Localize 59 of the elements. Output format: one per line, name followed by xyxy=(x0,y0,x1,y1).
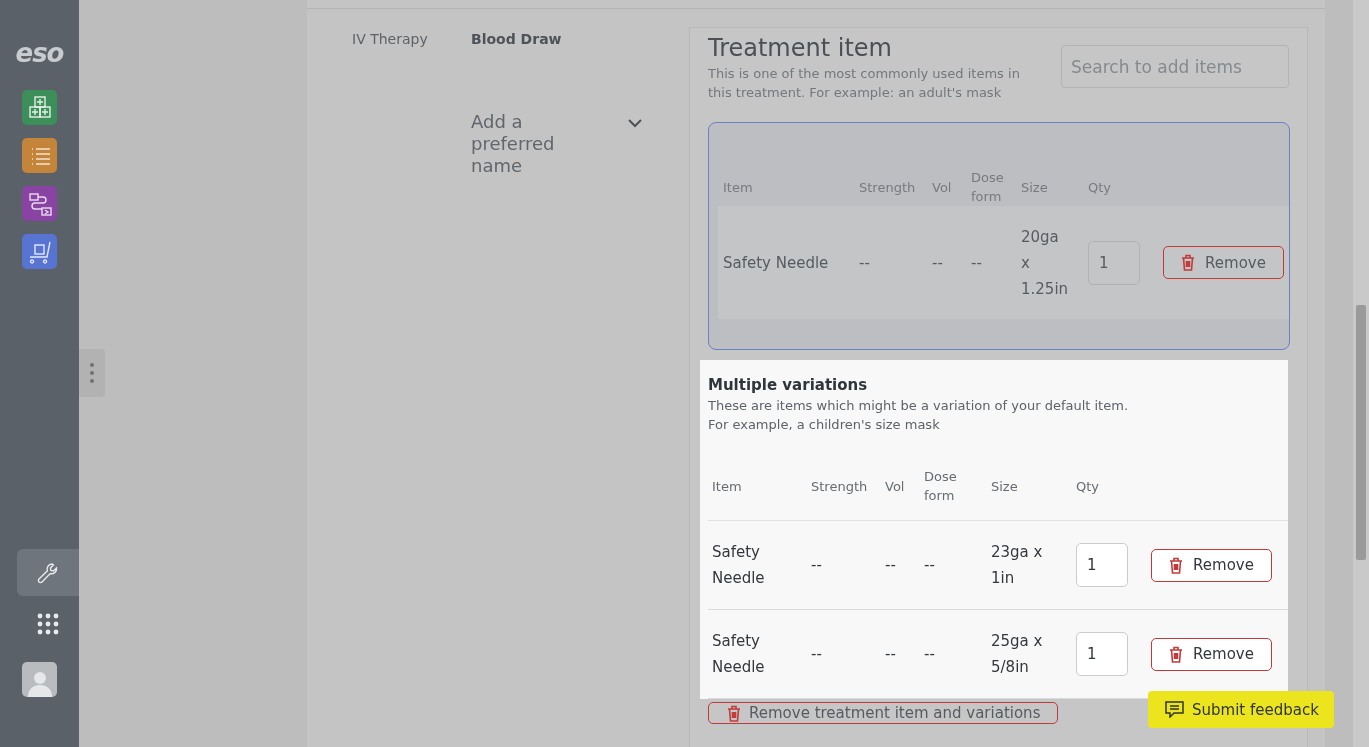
procedure-name: Blood Draw xyxy=(471,30,563,47)
trash-icon xyxy=(1169,645,1184,663)
submit-feedback-button[interactable]: Submit feedback xyxy=(1148,691,1334,728)
column-header: Qty xyxy=(1088,178,1113,197)
table-cell-text: -- xyxy=(811,644,823,665)
remove-button[interactable]: Remove xyxy=(1151,548,1272,582)
column-header: Vol xyxy=(932,178,953,197)
section-description: This is one of the most commonly used items in this treatment. For example: an adult's mask xyxy=(708,65,1021,102)
trash-icon xyxy=(1169,556,1184,574)
logo[interactable]: eso xyxy=(15,38,64,68)
section-title: Treatment item xyxy=(708,33,893,64)
tools-tab[interactable] xyxy=(16,549,79,596)
table-cell-text: -- xyxy=(924,644,936,665)
table-cell-text: Safety Needle xyxy=(712,542,766,589)
table-cell-text: 23ga x 1in xyxy=(991,542,1044,589)
section-description: These are items which might be a variation of your default item. For example, a children's size mask xyxy=(708,397,1129,434)
remove-button[interactable]: Remove xyxy=(1151,637,1272,671)
column-header: Vol xyxy=(885,477,906,496)
quantity-field[interactable]: 1 xyxy=(1076,543,1128,587)
column-header: Size xyxy=(991,477,1019,496)
table-cell-text: Safety Needle xyxy=(712,631,766,678)
app-icon[interactable] xyxy=(22,90,57,125)
more-vertical-icon xyxy=(90,363,94,383)
column-header: Qty xyxy=(1076,477,1101,496)
chevron-down-icon xyxy=(628,119,642,128)
chat-icon xyxy=(1165,701,1184,718)
app-icon[interactable] xyxy=(22,234,57,269)
table-cell-text: -- xyxy=(924,555,936,576)
panel-handle[interactable] xyxy=(79,349,105,397)
app-icon[interactable] xyxy=(22,186,57,221)
app-icon[interactable] xyxy=(22,138,57,173)
trash-icon xyxy=(727,704,741,722)
column-header: Dose form xyxy=(924,468,958,505)
person-silhouette-icon xyxy=(26,669,53,697)
column-header: Strength xyxy=(811,477,869,496)
category-label: IV Therapy xyxy=(351,30,429,49)
column-header: Strength xyxy=(859,178,917,197)
column-header: Item xyxy=(723,178,754,197)
table-cell-text: -- xyxy=(859,252,871,274)
column-header: Item xyxy=(712,477,743,496)
table-cell-text: 25ga x 5/8in xyxy=(991,631,1044,678)
section-title: Multiple variations xyxy=(708,375,869,396)
search-field[interactable]: Search to add items xyxy=(1061,45,1289,88)
avatar[interactable] xyxy=(22,662,57,697)
remove-button[interactable]: Remove xyxy=(1163,246,1284,279)
table-cell-text: 20ga x 1.25in xyxy=(1021,226,1065,300)
grid-icon xyxy=(36,612,59,635)
quantity-field[interactable]: 1 xyxy=(1076,632,1128,676)
table-cell-text: -- xyxy=(885,644,897,665)
column-header: Size xyxy=(1021,178,1049,197)
table-cell-text: -- xyxy=(932,252,944,274)
table-cell-text: -- xyxy=(971,252,983,274)
table-cell-text: -- xyxy=(885,555,897,576)
quantity-field[interactable]: 1 xyxy=(1088,240,1140,285)
remove-all-button[interactable]: Remove treatment item and variations xyxy=(708,702,1058,724)
trash-icon xyxy=(1181,254,1196,271)
table-cell-text: Safety Needle xyxy=(723,252,830,274)
table-cell-text: -- xyxy=(811,555,823,576)
column-header: Dose form xyxy=(971,169,1005,206)
